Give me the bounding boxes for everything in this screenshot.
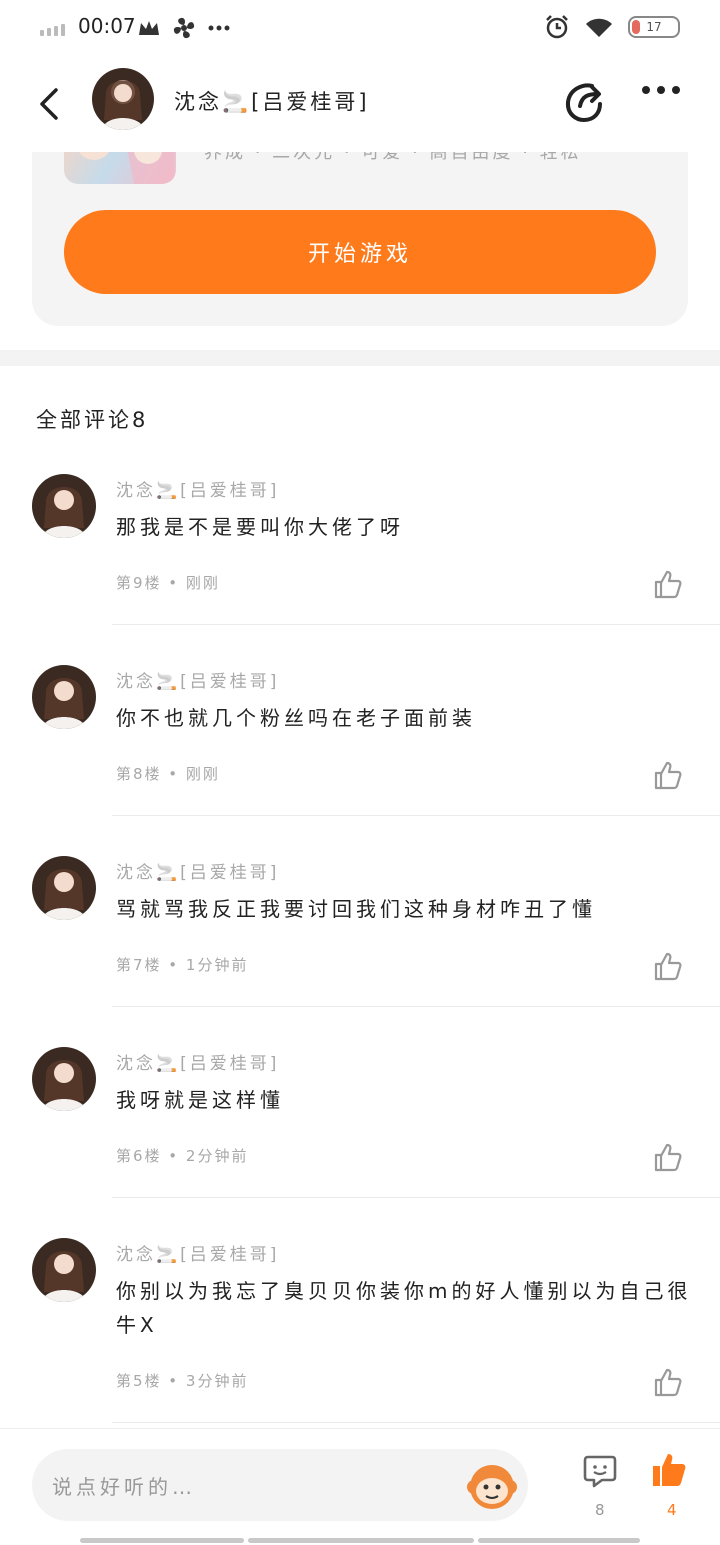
fan-icon	[173, 17, 195, 39]
wifi-icon	[586, 18, 612, 37]
battery-icon: 17	[628, 16, 680, 38]
thumbs-up-icon[interactable]	[652, 568, 684, 600]
comment-text: 你不也就几个粉丝吗在老子面前装	[116, 706, 476, 730]
comment-count: 8	[595, 1501, 605, 1519]
thumbs-up-icon[interactable]	[652, 950, 684, 982]
comment-text: 骂就骂我反正我要讨回我们这种身材咋丑了懂	[116, 897, 596, 921]
back-arrow-icon[interactable]	[34, 84, 66, 124]
author-avatar[interactable]	[92, 68, 154, 130]
commenter-avatar[interactable]	[32, 1047, 96, 1111]
comments-heading: 全部评论8	[36, 408, 149, 432]
status-indicators	[138, 16, 230, 40]
like-icon[interactable]	[650, 1451, 688, 1489]
comment-input-placeholder: 说点好听的…	[52, 1475, 196, 1499]
thumbs-up-icon[interactable]	[652, 759, 684, 791]
comment-meta: 第5楼 • 3分钟前	[116, 1372, 249, 1390]
comment-separator	[112, 1197, 720, 1198]
commenter-avatar[interactable]	[32, 856, 96, 920]
thumbs-up-icon[interactable]	[652, 1141, 684, 1173]
comment-input[interactable]: 说点好听的…	[32, 1449, 528, 1521]
home-indicator	[248, 1538, 474, 1543]
comment-meta: 第8楼 • 刚刚	[116, 765, 220, 783]
comment-separator	[112, 1422, 720, 1423]
battery-level: 17	[646, 20, 662, 34]
top-nav-bar: 沈念🚬[吕爱桂哥]	[0, 56, 720, 152]
comment-icon[interactable]	[582, 1453, 618, 1489]
comment-separator	[112, 815, 720, 816]
comment-text: 我呀就是这样懂	[116, 1088, 284, 1112]
share-icon[interactable]	[562, 80, 606, 124]
more-options-button[interactable]	[642, 86, 680, 94]
commenter-name[interactable]: 沈念🚬[吕爱桂哥]	[116, 858, 279, 883]
comment-separator	[112, 624, 720, 625]
comment-meta: 第9楼 • 刚刚	[116, 574, 220, 592]
status-right: 17	[544, 14, 680, 40]
comment-separator	[112, 1006, 720, 1007]
crown-icon	[139, 21, 159, 35]
thumbs-up-icon[interactable]	[652, 1366, 684, 1398]
start-game-button[interactable]: 开始游戏	[64, 210, 656, 294]
home-indicator	[478, 1538, 640, 1543]
comment-meta: 第7楼 • 1分钟前	[116, 956, 249, 974]
commenter-avatar[interactable]	[32, 474, 96, 538]
page-title: 沈念🚬[吕爱桂哥]	[174, 90, 370, 114]
comment-meta: 第6楼 • 2分钟前	[116, 1147, 249, 1165]
more-dots-icon	[208, 25, 230, 31]
alarm-icon	[546, 15, 568, 39]
signal-icon	[40, 24, 65, 36]
home-indicator	[80, 1538, 244, 1543]
commenter-name[interactable]: 沈念🚬[吕爱桂哥]	[116, 1240, 279, 1265]
status-bar: 00:07 17	[0, 0, 720, 56]
commenter-name[interactable]: 沈念🚬[吕爱桂哥]	[116, 476, 279, 501]
commenter-name[interactable]: 沈念🚬[吕爱桂哥]	[116, 667, 279, 692]
commenter-name[interactable]: 沈念🚬[吕爱桂哥]	[116, 1049, 279, 1074]
comment-text: 那我是不是要叫你大佬了呀	[116, 515, 404, 539]
monkey-emoji-icon[interactable]	[464, 1457, 520, 1513]
commenter-avatar[interactable]	[32, 665, 96, 729]
commenter-avatar[interactable]	[32, 1238, 96, 1302]
comment-input-bar: 说点好听的… 8 4	[0, 1428, 720, 1545]
comment-text: 你别以为我忘了臭贝贝你装你m的好人懂别以为自己很牛X	[116, 1279, 692, 1337]
section-divider	[0, 350, 720, 366]
status-time: 00:07	[78, 14, 136, 38]
like-count: 4	[667, 1501, 677, 1519]
